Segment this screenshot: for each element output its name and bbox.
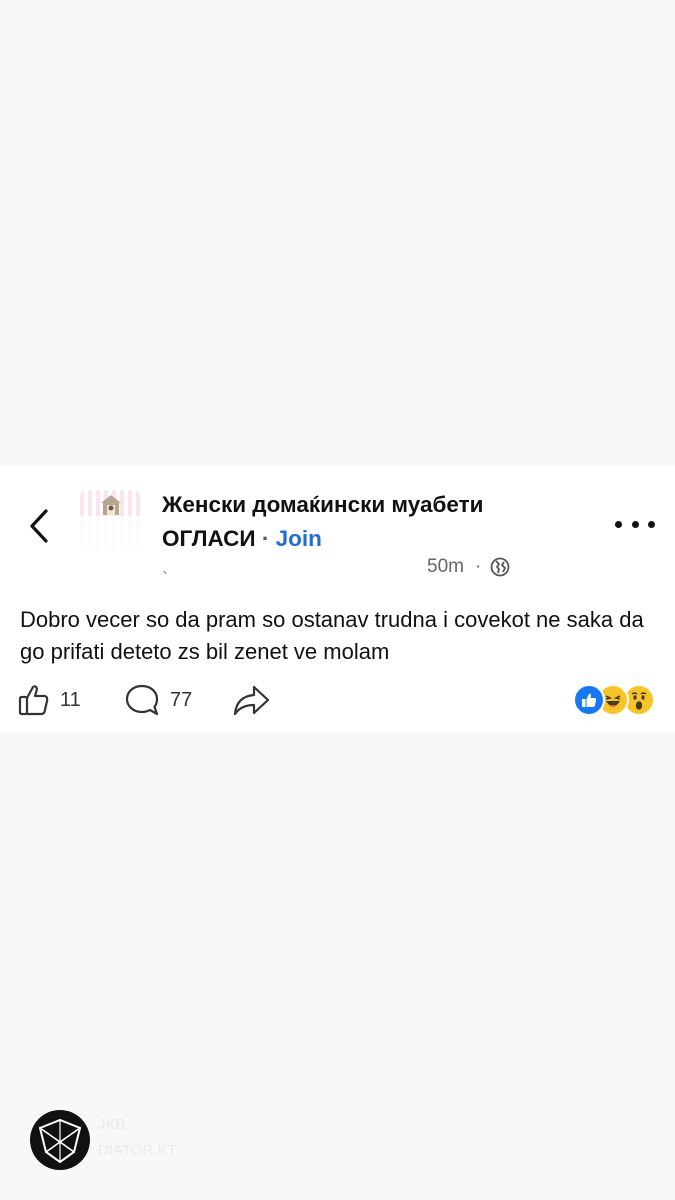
back-button[interactable]: [22, 506, 56, 546]
like-button[interactable]: 11: [18, 680, 81, 720]
more-dot: [615, 520, 622, 528]
comment-bubble-icon: [125, 684, 159, 716]
join-link[interactable]: Join: [276, 526, 322, 551]
watermark-text: JKB DIATOR.KT: [98, 1112, 177, 1164]
avatar-blur: [80, 516, 140, 550]
group-name-line2[interactable]: ОГЛАСИ: [162, 526, 256, 551]
post-time[interactable]: 50m: [427, 556, 464, 578]
more-options-button[interactable]: [615, 512, 655, 536]
meta-dot: ·: [475, 556, 482, 577]
watermark-line2: DIATOR.KT: [98, 1142, 177, 1159]
share-button[interactable]: [232, 680, 270, 720]
watermark-line1: JKB: [98, 1116, 126, 1133]
house-icon: [101, 495, 121, 515]
page: Женски домаќински муабети ОГЛАСИ · Join …: [0, 0, 675, 1200]
chevron-left-icon: [30, 509, 48, 543]
globe-icon: [490, 557, 510, 577]
comment-button[interactable]: 77: [124, 680, 192, 720]
post-actions: 11 77: [18, 680, 658, 720]
like-count: 11: [60, 688, 81, 711]
watermark-logo: [30, 1110, 90, 1170]
reaction-summary[interactable]: [573, 684, 659, 716]
more-dot: [648, 520, 655, 528]
name-separator: ·: [255, 526, 276, 551]
post-card: Женски домаќински муабети ОГЛАСИ · Join …: [0, 466, 675, 733]
author-name[interactable]: ˎ: [162, 554, 172, 575]
comment-count: 77: [170, 688, 193, 711]
post-text: Dobro vecer so da pram so ostanav trudna…: [20, 607, 644, 664]
like-reaction-icon: [573, 684, 605, 716]
more-dot: [631, 520, 639, 528]
share-arrow-icon: [233, 685, 270, 716]
group-avatar[interactable]: [80, 490, 140, 550]
group-name-line1[interactable]: Женски домаќински муабети: [162, 492, 483, 517]
group-name[interactable]: Женски домаќински муабети ОГЛАСИ · Join: [162, 488, 582, 556]
thumbs-up-icon: [18, 685, 49, 716]
post-meta: ˎ 50m ·: [162, 554, 522, 582]
